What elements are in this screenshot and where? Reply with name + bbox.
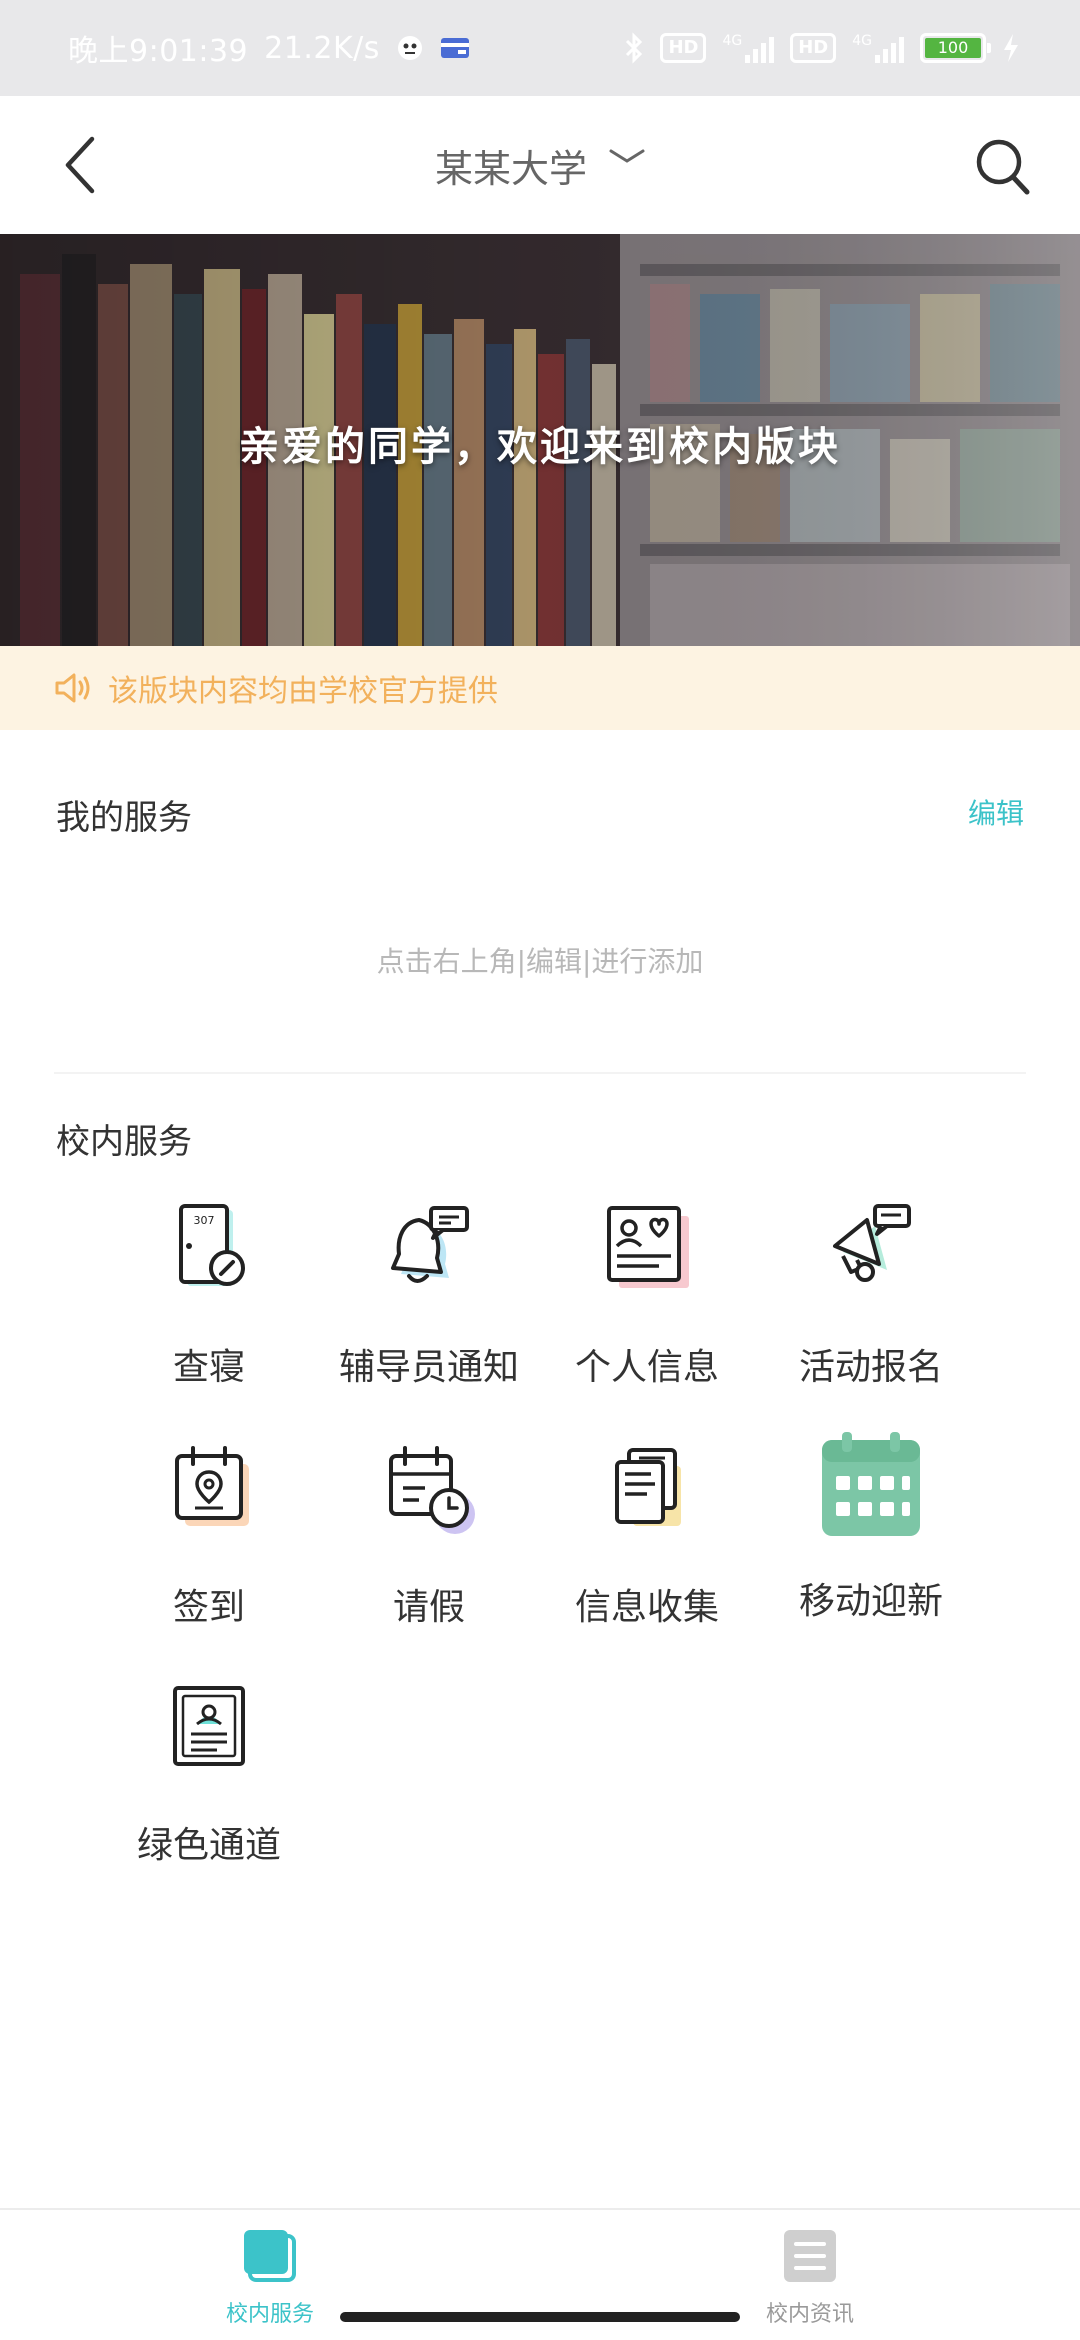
bottom-tab-bar: 校内服务 校内资讯 xyxy=(0,2208,1080,2340)
speaker-icon xyxy=(55,673,90,703)
notice-bar: 该版块内容均由学校官方提供 xyxy=(0,646,1080,730)
campus-services-tab-icon xyxy=(244,2230,296,2282)
campus-news-tab-icon xyxy=(784,2230,836,2282)
campus-services-title: 校内服务 xyxy=(56,1122,192,1162)
notice-text: 该版块内容均由学校官方提供 xyxy=(108,674,498,709)
empty-hint: 点击右上角|编辑|进行添加 xyxy=(376,945,704,978)
charging-icon xyxy=(1004,34,1018,62)
tab-label: 校内资讯 xyxy=(765,2302,854,2327)
back-button[interactable] xyxy=(48,128,112,202)
card-icon xyxy=(440,38,469,58)
service-counselor-notice[interactable]: 辅导员通知 xyxy=(314,1200,544,1390)
chevron-down-icon xyxy=(609,149,645,163)
tab-label: 校内服务 xyxy=(225,2302,314,2327)
robot-face-icon xyxy=(397,36,422,60)
search-icon xyxy=(976,139,1030,195)
signal-icon-2: 4G xyxy=(852,33,904,63)
check-in-icon xyxy=(175,1446,249,1526)
edit-button[interactable]: 编辑 xyxy=(968,792,1024,832)
my-services-title: 我的服务 xyxy=(56,798,192,838)
activity-signup-icon xyxy=(833,1204,911,1282)
banner-title: 亲爱的同学，欢迎来到校内版块 xyxy=(239,424,841,470)
service-check-in[interactable]: 签到 xyxy=(94,1440,324,1630)
service-label: 个人信息 xyxy=(574,1347,719,1388)
service-mobile-welcome[interactable]: 移动迎新 xyxy=(756,1432,986,1624)
service-personal-info[interactable]: 个人信息 xyxy=(532,1200,762,1390)
battery-level: 100 xyxy=(925,38,981,58)
status-speed: 21.2K/s xyxy=(264,30,380,66)
service-green-channel[interactable]: 绿色通道 xyxy=(94,1678,324,1868)
hd-badge-2: HD xyxy=(790,33,837,63)
service-label: 绿色通道 xyxy=(136,1825,281,1866)
service-label: 活动报名 xyxy=(798,1347,943,1388)
battery-icon: 100 xyxy=(920,33,991,63)
signal-icon-1: 4G xyxy=(722,33,775,63)
green-channel-icon xyxy=(173,1686,245,1766)
svg-text:307: 307 xyxy=(194,1214,215,1227)
service-activity-signup[interactable]: 活动报名 xyxy=(756,1200,986,1390)
info-collection-icon xyxy=(615,1448,681,1526)
service-info-collection[interactable]: 信息收集 xyxy=(532,1440,762,1630)
service-label: 信息收集 xyxy=(574,1587,719,1628)
service-label: 查寝 xyxy=(172,1347,245,1388)
leave-request-icon xyxy=(389,1446,475,1534)
chevron-left-icon xyxy=(65,136,95,194)
service-label: 请假 xyxy=(392,1587,465,1628)
mobile-welcome-icon xyxy=(822,1432,920,1536)
service-leave-request[interactable]: 请假 xyxy=(314,1440,544,1630)
home-indicator[interactable] xyxy=(340,2312,740,2322)
page-title: 某某大学 xyxy=(434,146,587,191)
hd-badge-1: HD xyxy=(660,33,707,63)
search-button[interactable] xyxy=(968,132,1038,202)
welcome-banner: 亲爱的同学，欢迎来到校内版块 xyxy=(0,234,1080,646)
status-time: 晚上9:01:39 xyxy=(68,34,249,69)
personal-info-icon xyxy=(607,1206,689,1288)
section-divider xyxy=(54,1072,1026,1074)
tab-campus-news[interactable]: 校内资讯 xyxy=(720,2228,900,2328)
service-label: 移动迎新 xyxy=(798,1581,943,1622)
school-selector[interactable]: 某某大学 xyxy=(435,138,645,193)
counselor-notice-icon xyxy=(391,1206,469,1283)
status-bar: 晚上9:01:39 21.2K/s HD 4G HD 4G 100 xyxy=(0,0,1080,96)
dorm-check-icon: 307 xyxy=(179,1204,245,1286)
service-dorm-check[interactable]: 307 查寝 xyxy=(94,1200,324,1390)
nav-bar: 某某大学 xyxy=(0,96,1080,234)
service-label: 辅导员通知 xyxy=(338,1347,519,1388)
tab-campus-services[interactable]: 校内服务 xyxy=(180,2228,360,2328)
service-label: 签到 xyxy=(172,1587,245,1628)
bluetooth-icon xyxy=(626,32,643,64)
